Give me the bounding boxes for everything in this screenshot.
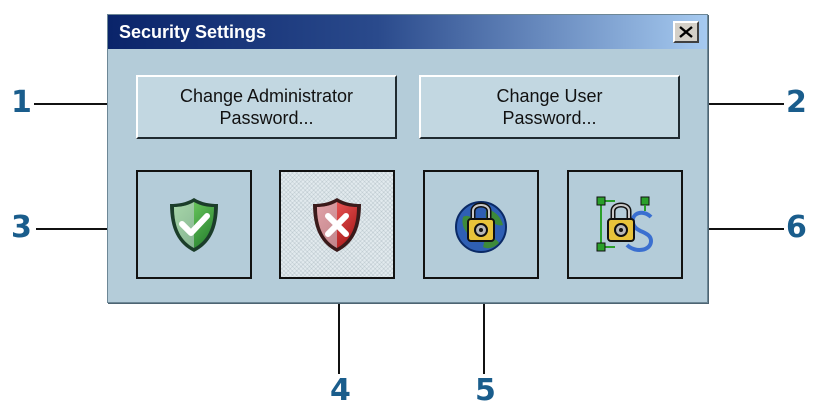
callout-1: 1 xyxy=(11,85,32,120)
change-user-password-button[interactable]: Change User Password... xyxy=(419,75,680,139)
change-user-password-label: Change User Password... xyxy=(496,86,603,128)
close-button[interactable] xyxy=(673,21,699,43)
enable-security-button[interactable] xyxy=(136,170,252,279)
protocol-security-button[interactable] xyxy=(567,170,683,279)
title-bar: Security Settings xyxy=(108,15,707,49)
callout-3: 3 xyxy=(11,210,32,245)
callout-4: 4 xyxy=(330,373,351,408)
protocol-padlock-icon xyxy=(596,196,654,252)
red-shield-x-icon xyxy=(313,197,361,252)
close-icon xyxy=(679,26,693,38)
green-shield-check-icon xyxy=(170,197,218,252)
web-security-button[interactable] xyxy=(423,170,539,279)
security-settings-dialog: Security Settings Change Administrator P… xyxy=(107,14,708,303)
disable-security-button[interactable] xyxy=(279,170,395,279)
change-administrator-password-label: Change Administrator Password... xyxy=(179,86,354,128)
globe-padlock-icon xyxy=(455,200,507,253)
change-administrator-password-button[interactable]: Change Administrator Password... xyxy=(136,75,397,139)
dialog-title: Security Settings xyxy=(119,22,267,42)
callout-2: 2 xyxy=(786,85,807,120)
callout-6: 6 xyxy=(786,210,807,245)
callout-5: 5 xyxy=(475,373,496,408)
